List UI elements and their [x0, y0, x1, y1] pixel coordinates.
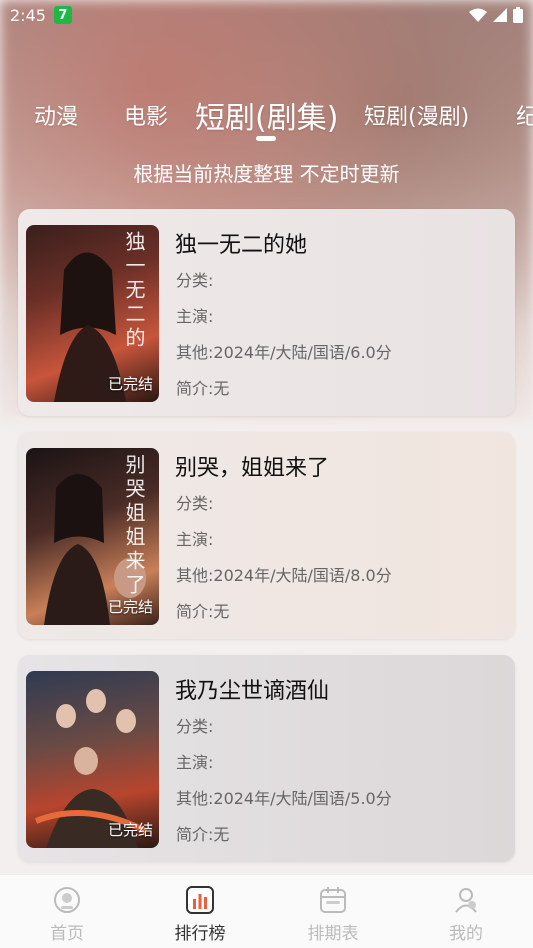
- cover-title-text: 独一无二的: [122, 231, 146, 351]
- drama-intro: 简介:无: [176, 825, 230, 844]
- home-icon: [54, 887, 80, 913]
- nav-schedule[interactable]: 排期表: [293, 885, 373, 944]
- drama-card[interactable]: 别哭姐姐来了 已完结 别哭，姐姐来了 分类: 主演: 其他:2024年/大陆/国…: [18, 432, 515, 639]
- cover-title-text: 别哭姐姐来了: [122, 454, 146, 598]
- drama-card[interactable]: 已完结 我乃尘世谪酒仙 分类: 主演: 其他:2024年/大陆/国语/5.0分 …: [18, 655, 515, 862]
- category-tabs: 动漫 电影 短剧(剧集) 短剧(漫剧) 纪: [0, 90, 533, 140]
- ranking-icon: [186, 886, 214, 914]
- tab-short-drama-series[interactable]: 短剧(剧集): [195, 93, 338, 137]
- battery-icon: [513, 7, 523, 23]
- nav-profile-label: 我的: [449, 924, 483, 944]
- drama-category: 分类:: [176, 271, 214, 290]
- schedule-icon: [320, 887, 346, 913]
- status-badge: 已完结: [107, 375, 153, 393]
- tab-documentary[interactable]: 纪: [516, 99, 533, 131]
- status-bar: 2:45 7: [0, 0, 533, 30]
- bottom-navigation: 首页 排行榜 排期表 我的: [0, 874, 533, 948]
- drama-title[interactable]: 别哭，姐姐来了: [175, 450, 329, 482]
- drama-intro: 简介:无: [176, 602, 230, 621]
- tab-short-drama-comic[interactable]: 短剧(漫剧): [364, 99, 469, 131]
- nav-home-label: 首页: [50, 924, 84, 944]
- status-time: 2:45: [10, 5, 46, 25]
- status-badge: 已完结: [107, 821, 153, 839]
- nav-ranking-label: 排行榜: [174, 924, 226, 944]
- drama-other: 其他:2024年/大陆/国语/8.0分: [176, 566, 392, 585]
- tab-anime[interactable]: 动漫: [34, 99, 78, 131]
- drama-cast: 主演:: [176, 753, 214, 772]
- active-tab-indicator: [256, 136, 276, 141]
- drama-cover[interactable]: 别哭姐姐来了 已完结: [26, 448, 159, 625]
- drama-title[interactable]: 独一无二的她: [175, 227, 307, 259]
- page-subtitle: 根据当前热度整理 不定时更新: [133, 162, 400, 186]
- status-icons: [469, 7, 523, 23]
- drama-category: 分类:: [176, 494, 214, 513]
- drama-other: 其他:2024年/大陆/国语/5.0分: [176, 789, 392, 808]
- nav-home[interactable]: 首页: [27, 885, 107, 944]
- nav-ranking[interactable]: 排行榜: [160, 885, 240, 944]
- drama-cast: 主演:: [176, 530, 214, 549]
- status-badge: 已完结: [107, 598, 153, 616]
- drama-category: 分类:: [176, 717, 214, 736]
- drama-intro: 简介:无: [176, 379, 230, 398]
- nav-schedule-label: 排期表: [307, 924, 359, 944]
- drama-card[interactable]: 独一无二的 已完结 独一无二的她 分类: 主演: 其他:2024年/大陆/国语/…: [18, 209, 515, 416]
- tab-movie[interactable]: 电影: [124, 99, 168, 131]
- drama-other: 其他:2024年/大陆/国语/6.0分: [176, 343, 392, 362]
- drama-title[interactable]: 我乃尘世谪酒仙: [175, 673, 329, 705]
- drama-cover[interactable]: 独一无二的 已完结: [26, 225, 159, 402]
- drama-cast: 主演:: [176, 307, 214, 326]
- profile-icon: [455, 888, 477, 913]
- nav-profile[interactable]: 我的: [426, 885, 506, 944]
- drama-cover[interactable]: 已完结: [26, 671, 159, 848]
- wifi-icon: [469, 8, 487, 22]
- notification-badge: 7: [53, 6, 72, 24]
- signal-icon: [493, 8, 507, 22]
